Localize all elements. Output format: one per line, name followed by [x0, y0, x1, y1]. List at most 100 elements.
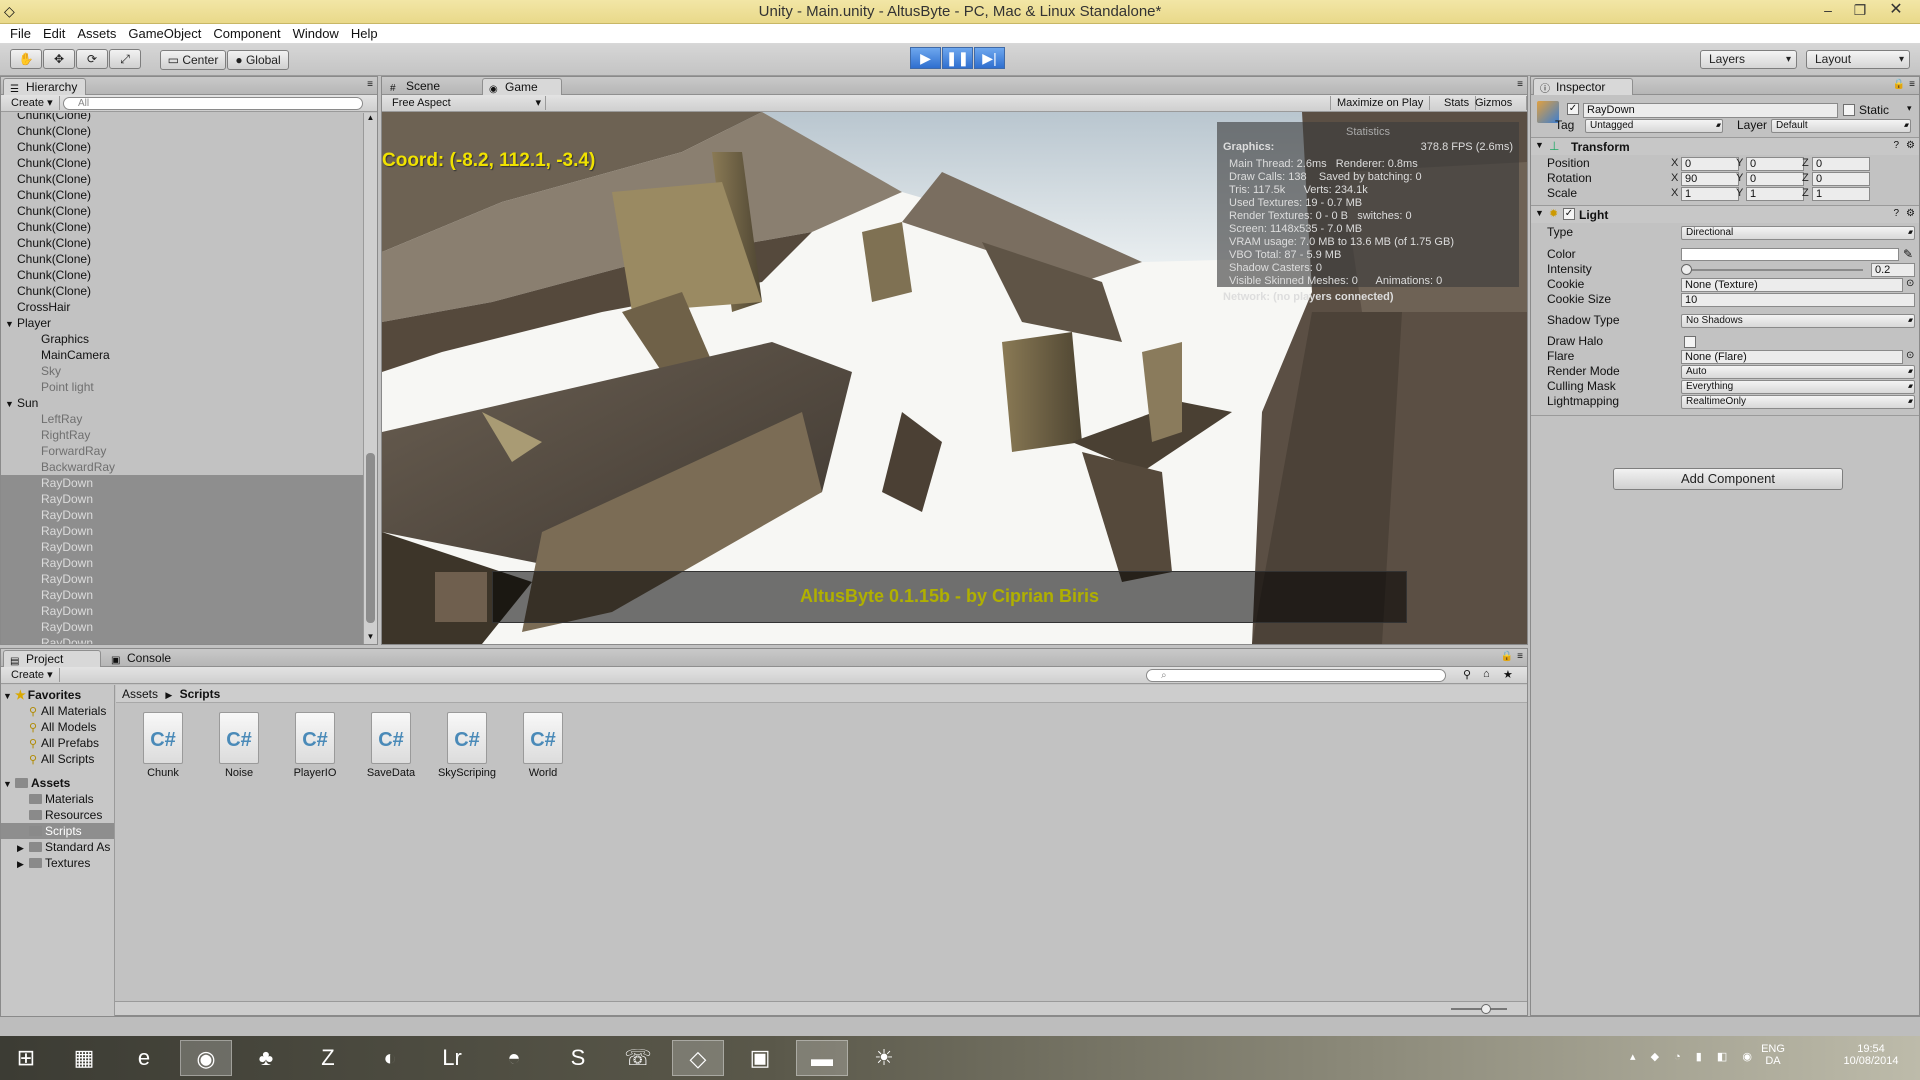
hierarchy-item[interactable]: ▼ Sun — [1, 395, 365, 411]
chrome-icon[interactable]: ◉ — [180, 1040, 232, 1076]
rotation-z-field[interactable]: 0 — [1812, 172, 1870, 186]
clock[interactable]: 19:54 10/08/2014 — [1836, 1043, 1906, 1067]
panel-menu-icon[interactable]: ≡ — [1517, 651, 1523, 662]
tag-dropdown[interactable]: Untagged — [1585, 119, 1723, 133]
static-checkbox[interactable] — [1843, 104, 1855, 116]
scale-x-field[interactable]: 1 — [1681, 187, 1739, 201]
lightroom-icon[interactable]: Lr — [426, 1040, 478, 1076]
tab-inspector[interactable]: ⓘ Inspector — [1533, 78, 1633, 95]
scroll-down-icon[interactable]: ▼ — [365, 632, 376, 642]
hierarchy-item[interactable]: Chunk(Clone) — [1, 187, 365, 203]
help-icon[interactable]: ? — [1893, 140, 1899, 151]
hierarchy-create-dropdown[interactable]: Create ▾ — [5, 96, 60, 110]
filter-type-icon[interactable]: ⚲ — [1463, 668, 1471, 681]
expand-triangle-icon[interactable]: ▶ — [17, 856, 29, 872]
hierarchy-item[interactable]: RayDown — [1, 523, 365, 539]
expand-triangle-icon[interactable]: ▼ — [1535, 208, 1544, 218]
explorer-icon[interactable]: ▬ — [796, 1040, 848, 1076]
hierarchy-item[interactable]: Point light — [1, 379, 365, 395]
folder-item[interactable]: Resources — [1, 807, 114, 823]
menu-component[interactable]: Component — [207, 26, 286, 41]
hierarchy-item[interactable]: RayDown — [1, 475, 365, 491]
hierarchy-item[interactable]: RightRay — [1, 427, 365, 443]
scroll-up-icon[interactable]: ▲ — [365, 113, 376, 123]
menu-gameobject[interactable]: GameObject — [122, 26, 207, 41]
tab-game[interactable]: ◉ Game — [482, 78, 562, 95]
panel-menu-icon[interactable]: ≡ — [1517, 79, 1523, 90]
intensity-slider-track[interactable] — [1687, 269, 1863, 271]
pause-button[interactable]: ❚❚ — [942, 47, 973, 69]
favorite-item[interactable]: ⚲ All Scripts — [1, 751, 114, 767]
script-asset[interactable]: C# Noise — [204, 712, 274, 779]
breadcrumb-assets[interactable]: Assets — [122, 687, 158, 701]
cookie-field[interactable]: None (Texture) — [1681, 278, 1903, 292]
expand-triangle-icon[interactable]: ▼ — [5, 316, 17, 332]
expand-triangle-icon[interactable]: ▼ — [3, 776, 15, 792]
script-asset[interactable]: C# SaveData — [356, 712, 426, 779]
script-asset[interactable]: C# World — [508, 712, 578, 779]
transform-header[interactable]: ▼ ⊥ Transform ? ⚙ — [1531, 137, 1919, 155]
language-indicator[interactable]: ENG DA — [1758, 1043, 1788, 1067]
tab-scene[interactable]: # Scene — [384, 78, 448, 95]
culling-mask-dropdown[interactable]: Everything — [1681, 380, 1915, 394]
position-x-field[interactable]: 0 — [1681, 157, 1739, 171]
menu-file[interactable]: File — [4, 26, 37, 41]
hierarchy-item[interactable]: Chunk(Clone) — [1, 113, 365, 123]
hierarchy-item[interactable]: Chunk(Clone) — [1, 155, 365, 171]
rotation-y-field[interactable]: 0 — [1746, 172, 1804, 186]
lock-icon[interactable]: 🔒 — [1501, 651, 1513, 662]
icon-size-slider-thumb[interactable] — [1481, 1004, 1491, 1014]
store-icon[interactable]: ▣ — [734, 1040, 786, 1076]
lightmapping-dropdown[interactable]: RealtimeOnly — [1681, 395, 1915, 409]
position-y-field[interactable]: 0 — [1746, 157, 1804, 171]
pokeball-icon[interactable]: ◓ — [488, 1040, 540, 1076]
filter-label-icon[interactable]: ⌂ — [1483, 668, 1490, 680]
game-viewport[interactable]: Coord: (-8.2, 112.1, -3.4) Statistics Gr… — [382, 112, 1527, 644]
static-dropdown-icon[interactable]: ▾ — [1907, 103, 1912, 114]
hierarchy-item[interactable]: Chunk(Clone) — [1, 235, 365, 251]
hierarchy-item[interactable]: RayDown — [1, 619, 365, 635]
icon-size-slider-track[interactable] — [1451, 1008, 1507, 1010]
tab-project[interactable]: ▤ Project — [3, 650, 101, 667]
breadcrumb-scripts[interactable]: Scripts — [180, 687, 221, 701]
hierarchy-item[interactable]: Chunk(Clone) — [1, 219, 365, 235]
eyedropper-icon[interactable]: ✎ — [1903, 247, 1913, 261]
aspect-dropdown[interactable]: Free Aspect ▾ — [386, 96, 546, 110]
assets-header[interactable]: ▼ Assets — [1, 775, 114, 791]
object-picker-icon[interactable]: ⊙ — [1906, 350, 1914, 361]
restore-button[interactable]: ❐ — [1844, 0, 1876, 22]
lock-icon[interactable]: 🔒 — [1893, 79, 1905, 90]
script-asset[interactable]: C# SkyScriping — [432, 712, 502, 779]
rotation-x-field[interactable]: 90 — [1681, 172, 1739, 186]
favorite-item[interactable]: ⚲ All Models — [1, 719, 114, 735]
light-enabled-checkbox[interactable]: ✓ — [1563, 208, 1575, 220]
viber-icon[interactable]: ☏ — [612, 1040, 664, 1076]
position-z-field[interactable]: 0 — [1812, 157, 1870, 171]
project-search-input[interactable]: ⌕ — [1146, 669, 1446, 682]
play-button[interactable]: ▶ — [910, 47, 941, 69]
settings-gear-icon[interactable]: ⚙ — [1906, 208, 1915, 219]
game-icon[interactable]: ♣ — [240, 1040, 292, 1076]
layers-dropdown[interactable]: Layers — [1700, 50, 1797, 69]
light-header[interactable]: ▼ ✹ ✓ Light ? ⚙ — [1531, 205, 1919, 223]
hierarchy-item[interactable]: Graphics — [1, 331, 365, 347]
skype-icon[interactable]: S — [552, 1040, 604, 1076]
pivot-global-button[interactable]: ● Global — [227, 50, 289, 70]
hierarchy-item[interactable]: ▼ Player — [1, 315, 365, 331]
minimize-button[interactable]: – — [1812, 0, 1844, 22]
favorite-item[interactable]: ⚲ All Materials — [1, 703, 114, 719]
hierarchy-item[interactable]: RayDown — [1, 507, 365, 523]
app-icon[interactable]: ◐ — [364, 1040, 416, 1076]
hierarchy-item[interactable]: Chunk(Clone) — [1, 203, 365, 219]
close-button[interactable]: ✕ — [1880, 0, 1912, 22]
cookie-size-field[interactable]: 10 — [1681, 293, 1915, 307]
hierarchy-scrollbar[interactable]: ▲ ▼ — [363, 113, 377, 644]
hierarchy-item[interactable]: Chunk(Clone) — [1, 139, 365, 155]
step-button[interactable]: ▶| — [974, 47, 1005, 69]
hierarchy-item[interactable]: MainCamera — [1, 347, 365, 363]
hierarchy-item[interactable]: RayDown — [1, 603, 365, 619]
menu-edit[interactable]: Edit — [37, 26, 71, 41]
script-asset[interactable]: C# Chunk — [128, 712, 198, 779]
move-tool-button[interactable]: ✥ — [43, 49, 75, 69]
filezilla-icon[interactable]: Z — [302, 1040, 354, 1076]
